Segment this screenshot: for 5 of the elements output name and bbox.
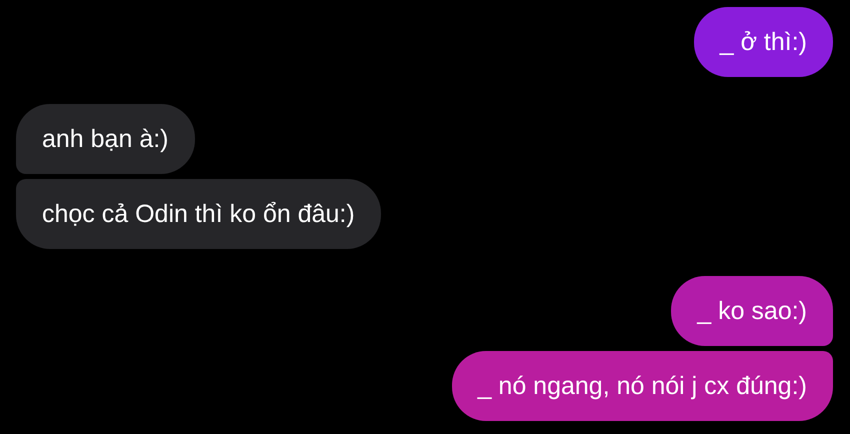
message-bubble: _ ở thì:) <box>694 7 833 77</box>
message-bubble: chọc cả Odin thì ko ổn đâu:) <box>16 179 381 249</box>
message-bubble: _ nó ngang, nó nói j cx đúng:) <box>452 351 833 421</box>
message-bubble: _ ko sao:) <box>671 276 833 346</box>
message-bubble: anh bạn à:) <box>16 104 194 174</box>
